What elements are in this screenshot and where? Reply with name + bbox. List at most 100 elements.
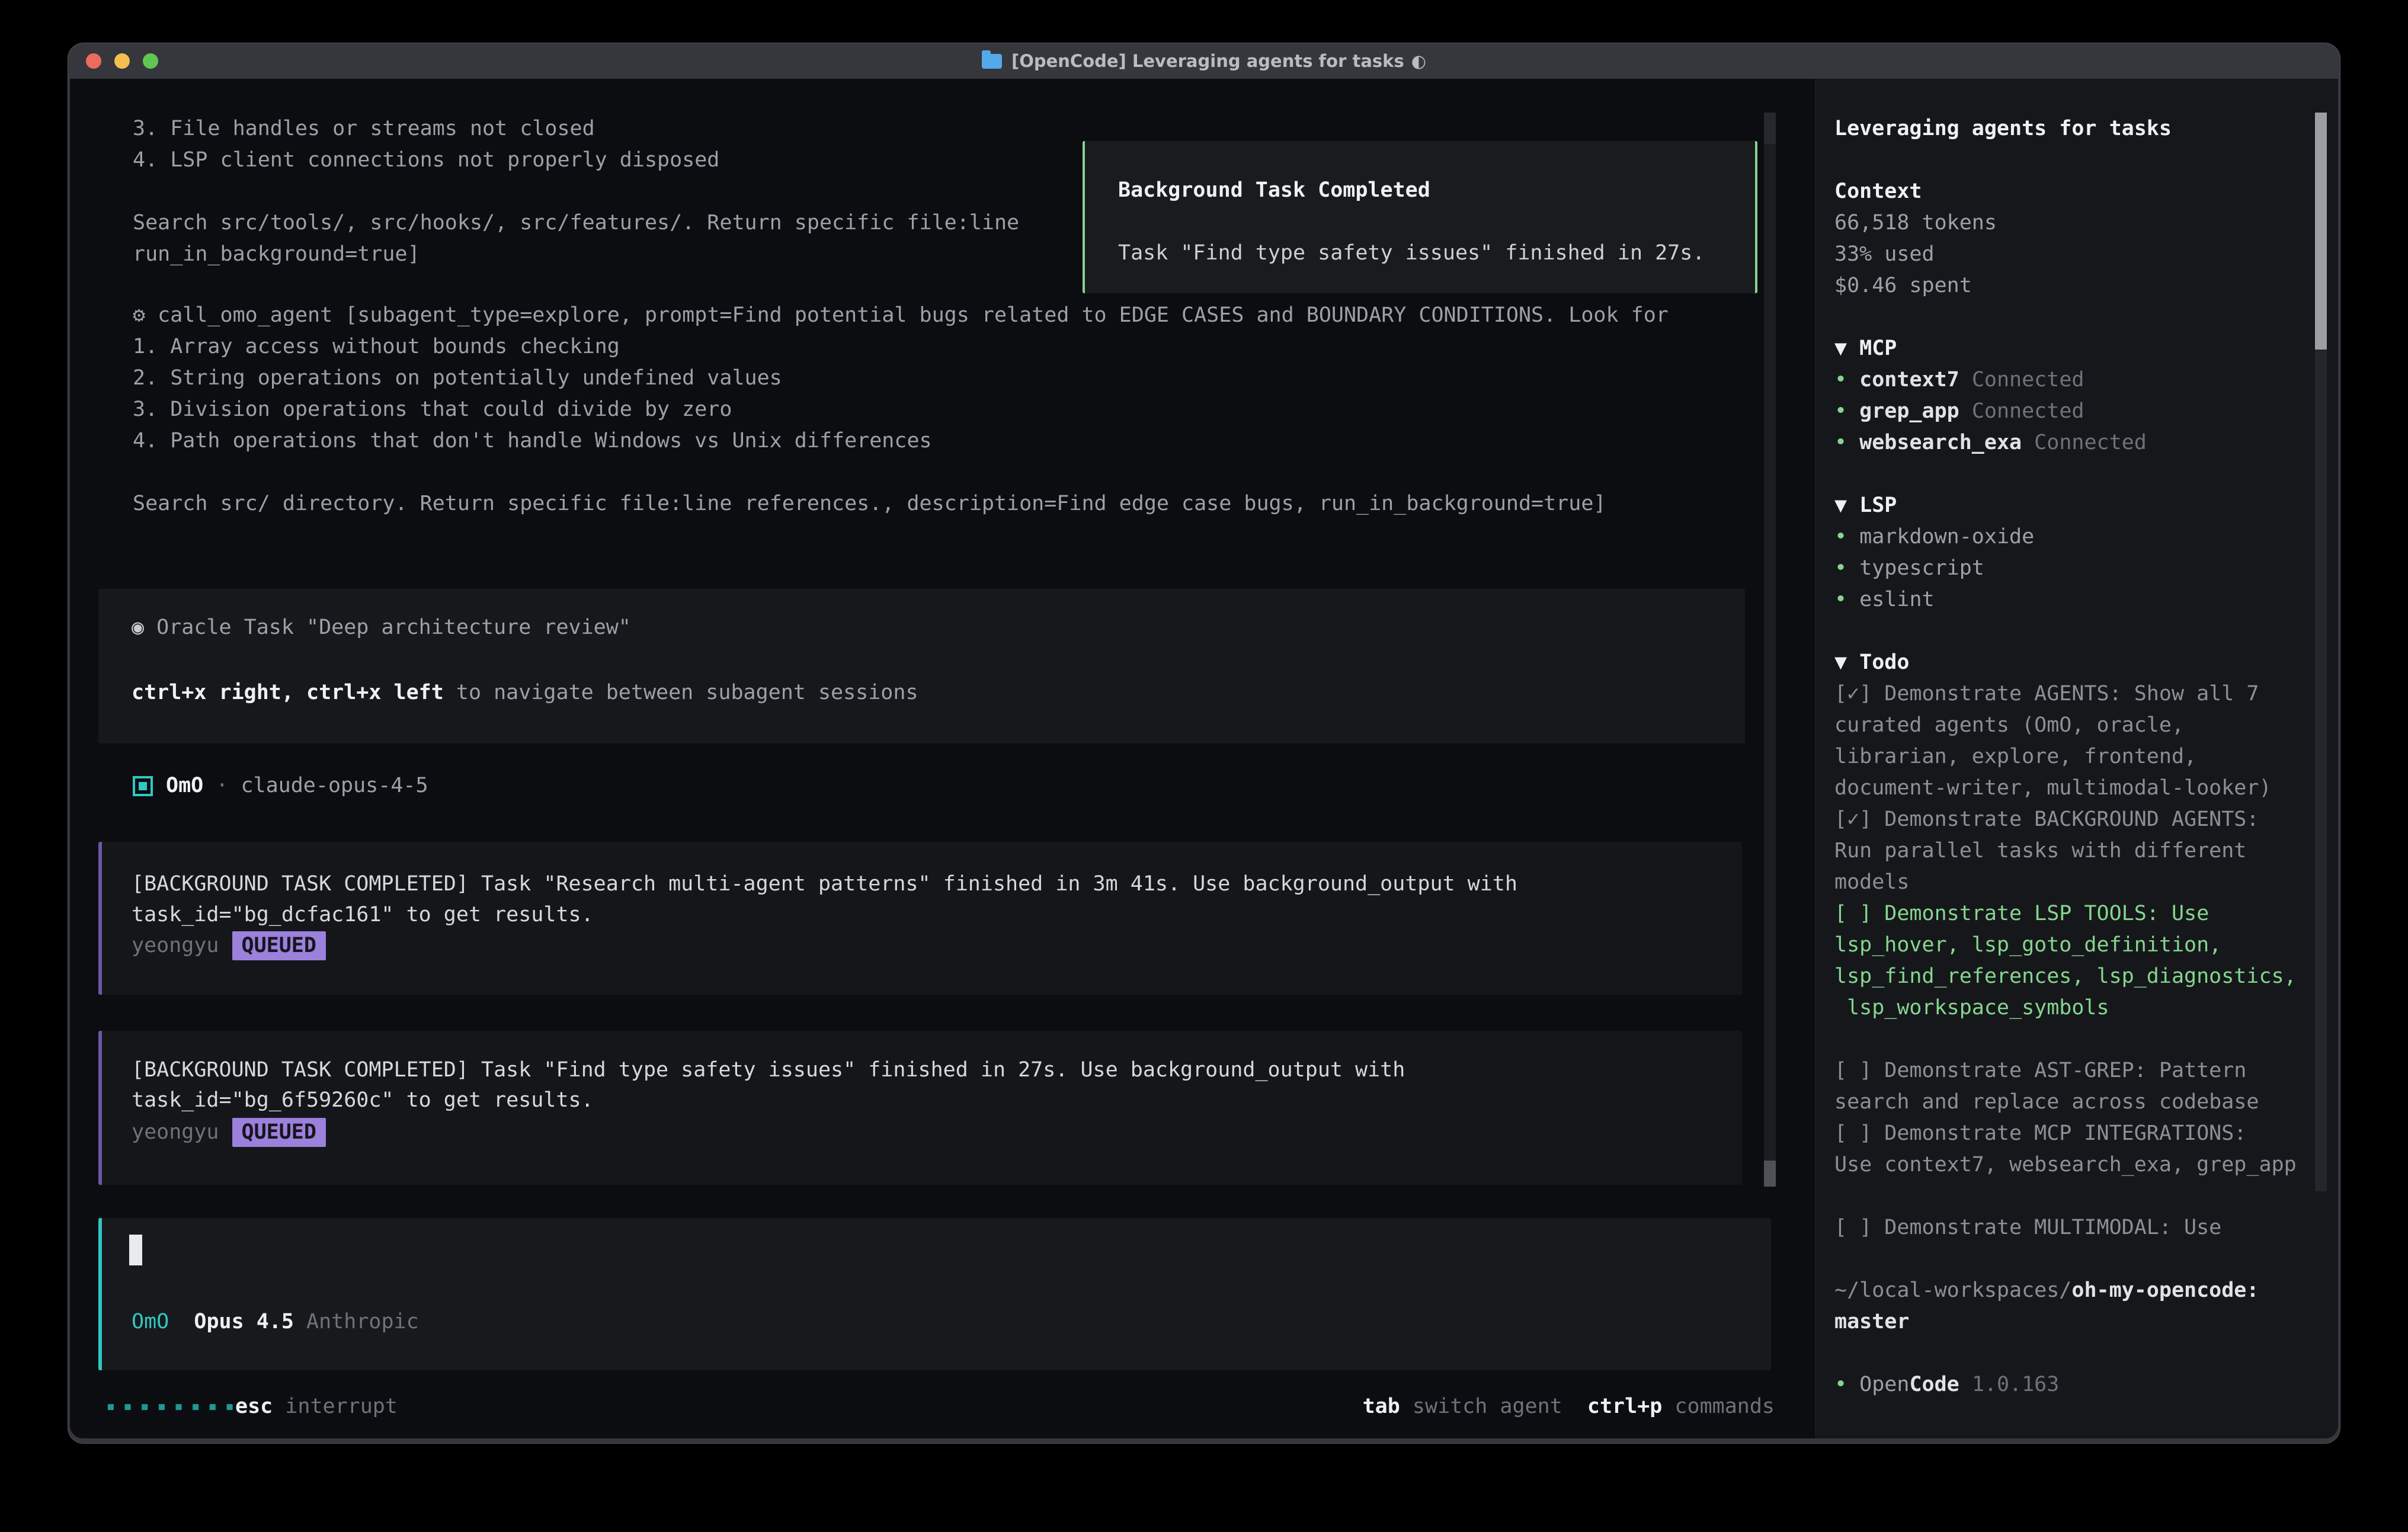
toast-body: Task "Find type safety issues" finished …: [1118, 238, 1705, 269]
spinner-dots: ▪▪▪▪▪▪▪▪: [106, 1391, 242, 1422]
separator-dot: ·: [203, 770, 241, 802]
omo-agent-icon: [133, 776, 153, 796]
hint-keys: ctrl+x right, ctrl+x left: [132, 681, 444, 704]
zoom-button[interactable]: [143, 53, 158, 69]
sidebar-scrollbar-thumb[interactable]: [2315, 113, 2327, 350]
tool-call-line: 3. Division operations that could divide…: [133, 394, 732, 425]
statusbar-right: tab switch agent ctrl+p commands: [1363, 1391, 1775, 1422]
terminal-app: 3. File handles or streams not closed 4.…: [70, 79, 2338, 1438]
lsp-item: • typescript: [1834, 553, 1984, 584]
status-dot-icon: •: [1834, 1373, 1847, 1396]
chevron-down-icon: ▼: [1834, 493, 1847, 517]
main-scrollbar-top-segment: [1764, 113, 1776, 144]
todo-line-done: [✓] Demonstrate AGENTS: Show all 7: [1834, 678, 2259, 710]
queued-badge: QUEUED: [232, 931, 326, 960]
session-title: Leveraging agents for tasks: [1834, 113, 2172, 145]
todo-line-active: lsp_find_references, lsp_diagnostics,: [1834, 961, 2297, 992]
window-title: [OpenCode] Leveraging agents for tasks: [1011, 51, 1404, 71]
background-task-toast: Background Task Completed Task "Find typ…: [1083, 141, 1757, 293]
version-line: • OpenCode 1.0.163: [1834, 1369, 2059, 1400]
todo-line-active: [ ] Demonstrate LSP TOOLS: Use: [1834, 898, 2209, 930]
main-scrollbar[interactable]: [1764, 113, 1776, 1187]
output-line: Search src/tools/, src/hooks/, src/featu…: [133, 207, 1019, 239]
chevron-down-icon: ▼: [1834, 336, 1847, 360]
todo-section-toggle[interactable]: ▼ Todo: [1834, 647, 1909, 678]
prompt-input[interactable]: OmO Opus 4.5 Anthropic: [98, 1218, 1771, 1370]
todo-line-done: models: [1834, 867, 1909, 898]
output-line: 4. LSP client connections not properly d…: [133, 145, 719, 176]
chat-main-area: 3. File handles or streams not closed 4.…: [70, 79, 1813, 1438]
input-footer: OmO Opus 4.5 Anthropic: [132, 1306, 419, 1338]
ctrlp-key-hint: ctrl+p: [1587, 1395, 1662, 1418]
context-used: 33% used: [1834, 239, 1935, 270]
agent-name: OmO: [166, 770, 203, 802]
mcp-item: • grep_app Connected: [1834, 396, 2084, 427]
output-line: run_in_background=true]: [133, 239, 420, 270]
mcp-item: • websearch_exa Connected: [1834, 427, 2147, 459]
tool-call-line: 1. Array access without bounds checking: [133, 331, 620, 363]
traffic-lights: [86, 53, 158, 69]
fisheye-icon: ◉: [132, 616, 144, 639]
task-user: yeongyu: [132, 934, 219, 957]
context-spent: $0.46 spent: [1834, 270, 1972, 302]
titlebar: [OpenCode] Leveraging agents for tasks ◐: [68, 43, 2340, 79]
sidebar-scrollbar[interactable]: [2315, 113, 2327, 1191]
status-dot-icon: •: [1834, 556, 1847, 580]
todo-line-pending: search and replace across codebase: [1834, 1086, 2259, 1118]
todo-line-active: lsp_workspace_symbols: [1834, 992, 2109, 1024]
agent-model: claude-opus-4-5: [241, 770, 428, 802]
footer-model: Opus 4.5: [194, 1310, 294, 1334]
tool-call-header: ⚙ call_omo_agent [subagent_type=explore,…: [133, 300, 1669, 331]
statusbar-left: esc interrupt: [235, 1391, 398, 1422]
todo-line-done: document-writer, multimodal-looker): [1834, 773, 2272, 804]
task-meta: yeongyu QUEUED: [132, 930, 326, 961]
text-cursor: [129, 1235, 142, 1265]
todo-line-pending: [ ] Demonstrate MULTIMODAL: Use: [1834, 1212, 2221, 1243]
workspace-path: ~/local-workspaces/oh-my-opencode:: [1834, 1275, 2259, 1306]
status-dot-icon: •: [1834, 525, 1847, 549]
task-line: [BACKGROUND TASK COMPLETED] Task "Resear…: [132, 868, 1517, 900]
lsp-item: • eslint: [1834, 584, 1935, 616]
oracle-task-title: ◉ Oracle Task "Deep architecture review": [132, 612, 631, 643]
minimize-button[interactable]: [114, 53, 130, 69]
status-dot-icon: •: [1834, 588, 1847, 611]
queued-badge: QUEUED: [232, 1118, 326, 1147]
session-sidebar: Leveraging agents for tasks Context 66,5…: [1813, 79, 2338, 1438]
task-line: task_id="bg_6f59260c" to get results.: [132, 1085, 594, 1116]
oracle-task-panel: ◉ Oracle Task "Deep architecture review"…: [98, 589, 1745, 743]
workspace-branch: master: [1834, 1306, 1909, 1338]
toast-title: Background Task Completed: [1118, 175, 1430, 206]
background-task-message: [BACKGROUND TASK COMPLETED] Task "Find t…: [98, 1031, 1742, 1185]
lsp-section-toggle[interactable]: ▼ LSP: [1834, 490, 1897, 521]
mcp-item: • context7 Connected: [1834, 364, 2084, 396]
oracle-hint: ctrl+x right, ctrl+x left to navigate be…: [132, 677, 918, 709]
folder-icon: [982, 54, 1002, 69]
close-button[interactable]: [86, 53, 101, 69]
task-line: task_id="bg_dcfac161" to get results.: [132, 899, 594, 931]
tool-call-footer: Search src/ directory. Return specific f…: [133, 488, 1606, 520]
status-dot-icon: •: [1834, 431, 1847, 454]
main-scrollbar-thumb[interactable]: [1764, 1161, 1776, 1187]
todo-line-done: Run parallel tasks with different: [1834, 835, 2246, 867]
task-line: [BACKGROUND TASK COMPLETED] Task "Find t…: [132, 1055, 1405, 1086]
app-window: [OpenCode] Leveraging agents for tasks ◐…: [68, 43, 2340, 1443]
task-user: yeongyu: [132, 1120, 219, 1144]
chevron-down-icon: ▼: [1834, 650, 1847, 674]
tool-call-line: 4. Path operations that don't handle Win…: [133, 425, 932, 457]
todo-line-done: librarian, explore, frontend,: [1834, 741, 2196, 773]
todo-line-pending: Use context7, websearch_exa, grep_app: [1834, 1149, 2297, 1181]
tab-key-hint: tab: [1363, 1395, 1400, 1418]
todo-line-done: curated agents (OmO, oracle,: [1834, 710, 2184, 741]
mcp-section-toggle[interactable]: ▼ MCP: [1834, 333, 1897, 364]
lsp-item: • markdown-oxide: [1834, 521, 2034, 553]
tool-call-line: 2. String operations on potentially unde…: [133, 363, 782, 394]
gear-icon: ⚙: [133, 303, 145, 327]
context-tokens: 66,518 tokens: [1834, 207, 1997, 239]
todo-line-pending: [ ] Demonstrate AST-GREP: Pattern: [1834, 1055, 2246, 1086]
context-heading: Context: [1834, 176, 1922, 207]
todo-line-active: lsp_hover, lsp_goto_definition,: [1834, 930, 2221, 961]
status-dot-icon: •: [1834, 399, 1847, 423]
esc-key-hint: esc: [235, 1395, 273, 1418]
status-dot-icon: •: [1834, 368, 1847, 392]
todo-line-pending: [ ] Demonstrate MCP INTEGRATIONS:: [1834, 1118, 2246, 1149]
